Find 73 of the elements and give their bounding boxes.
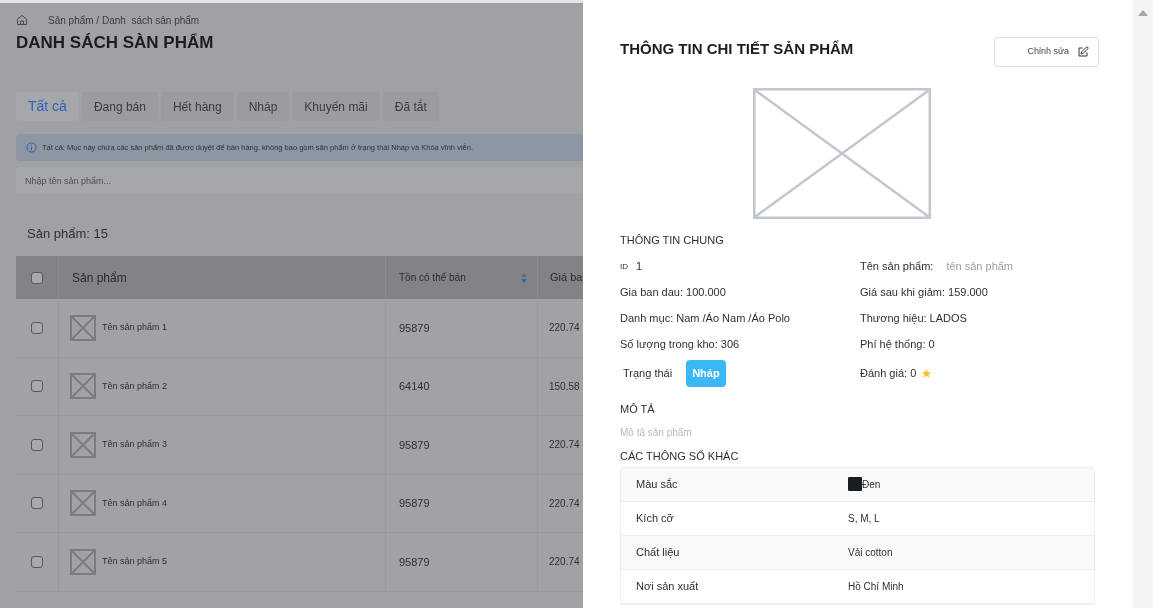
- column-header: Sản phẩm: [72, 269, 127, 287]
- spec-value: S, M, L: [848, 511, 880, 526]
- image-placeholder-icon: [753, 88, 931, 219]
- product-name: Tên sản phẩm 3: [102, 438, 168, 451]
- product-name: Tên sản phẩm 4: [102, 496, 168, 510]
- edit-button[interactable]: Chỉnh sửa: [994, 37, 1099, 67]
- field-text: Phí hệ thống: 0: [860, 336, 936, 352]
- home-icon[interactable]: [16, 14, 28, 26]
- spec-value: Hồ Chí Minh: [848, 579, 904, 594]
- table-cell-text: 95879: [399, 496, 430, 511]
- section-heading: THÔNG TIN CHUNG: [620, 233, 725, 248]
- tab[interactable]: Đang bán: [81, 92, 158, 121]
- checkbox[interactable]: [31, 271, 43, 284]
- tab[interactable]: Hết hàng: [160, 92, 234, 121]
- image-placeholder-icon: [70, 431, 96, 458]
- rating-text: Đánh giá: 0: [860, 366, 917, 382]
- field-label: Tên sản phẩm:: [860, 259, 934, 275]
- image-placeholder-icon: [70, 373, 96, 400]
- image-placeholder-icon: [70, 314, 96, 341]
- scrollbar[interactable]: [1133, 0, 1153, 608]
- spec-label: Nơi sản xuất: [635, 578, 700, 594]
- table-cell-text: 64140: [399, 379, 430, 394]
- spec-label: Kích cỡ: [635, 510, 675, 526]
- column-header: Tồn có thể bán: [399, 271, 466, 285]
- field-label: ID: [620, 260, 628, 273]
- table-cell-text: 220.74: [549, 438, 580, 453]
- checkbox[interactable]: [31, 497, 43, 510]
- table-cell-text: 95879: [399, 437, 430, 453]
- section-heading: MÔ TẢ: [620, 401, 656, 417]
- tab[interactable]: Khuyến mãi: [292, 92, 380, 121]
- status-badge: Nháp: [686, 360, 726, 387]
- spec-value: Vải cotton: [848, 545, 893, 560]
- table-cell-text: 220.74: [549, 321, 580, 336]
- checkbox[interactable]: [31, 555, 43, 568]
- spec-label: Màu sắc: [635, 476, 679, 492]
- product-name: Tên sản phẩm 2: [102, 379, 168, 393]
- product-name: Tên sản phẩm 5: [102, 555, 168, 568]
- field-text: Gia ban dau: 100.000: [620, 284, 727, 300]
- product-name: Tên sản phẩm 1: [102, 321, 168, 334]
- search-field[interactable]: Nhập tên sản phẩm...: [16, 167, 583, 194]
- field-value: 1: [636, 259, 643, 275]
- field-value: tên sản phẩm: [946, 259, 1014, 275]
- edit-icon: [1077, 46, 1089, 58]
- table-cell-text: 95879: [399, 554, 430, 570]
- column-header: Giá ba: [550, 270, 583, 286]
- info-icon: [26, 142, 37, 153]
- table-cell-text: 95879: [399, 320, 430, 336]
- tab[interactable]: Đã tắt: [382, 92, 439, 121]
- star-icon: [921, 368, 933, 379]
- drawer-title: THÔNG TIN CHI TIẾT SẢN PHẨM: [620, 39, 854, 59]
- section-heading: CÁC THÔNG SỐ KHÁC: [620, 449, 740, 464]
- description-text: Mô tả sản phẩm: [620, 426, 693, 440]
- table-cell-text: 220.74: [549, 555, 580, 570]
- checkbox[interactable]: [31, 438, 43, 451]
- breadcrumb: Sản phẩm / Danh sách sản phẩm: [48, 13, 200, 28]
- tab[interactable]: Tất cả: [16, 92, 79, 121]
- field-text: Số lượng trong kho: 306: [620, 336, 741, 352]
- table-cell-text: 150.58: [549, 379, 580, 394]
- checkbox[interactable]: [31, 321, 43, 334]
- spec-label: Chất liệu: [635, 544, 681, 560]
- image-placeholder-icon: [70, 490, 96, 517]
- scroll-up-icon[interactable]: [1138, 10, 1148, 16]
- checkbox[interactable]: [31, 380, 43, 393]
- page-title: DANH SÁCH SÀN PHẨM: [16, 33, 215, 53]
- field-label: Trạng thái: [623, 366, 673, 382]
- field-text: Danh mục: Nam /Áo Nam /Áo Polo: [620, 310, 791, 326]
- field-text: Giá sau khi giảm: 159.000: [860, 284, 989, 300]
- tab[interactable]: Nháp: [236, 92, 290, 121]
- product-count: Sản phẩm: 15: [27, 225, 109, 243]
- image-placeholder-icon: [70, 548, 96, 575]
- table-cell-text: 220.74: [549, 496, 580, 511]
- field-text: Thương hiệu: LADOS: [860, 310, 968, 326]
- spec-value: Đen: [862, 477, 881, 492]
